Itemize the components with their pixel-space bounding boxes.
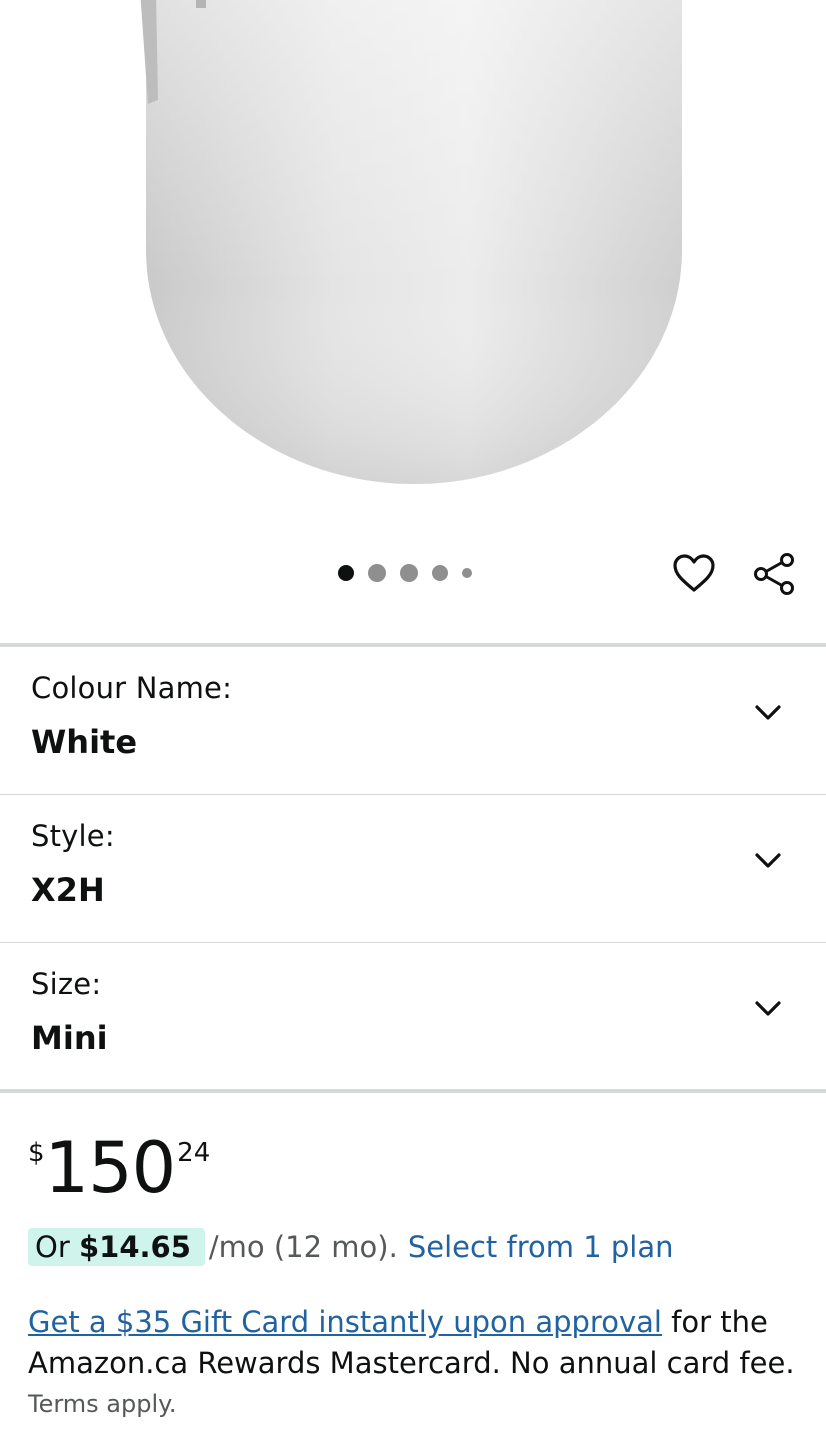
share-button[interactable] (748, 548, 800, 600)
price-fraction: 24 (177, 1138, 211, 1168)
installment-row: Or $14.65 /mo (12 mo). Select from 1 pla… (28, 1228, 674, 1266)
variation-value: X2H (31, 871, 105, 909)
chevron-down-icon (755, 1001, 781, 1016)
heart-icon (673, 554, 715, 592)
variation-size[interactable]: Size: Mini (0, 943, 826, 1089)
share-icon (754, 553, 794, 595)
variation-label: Style: (31, 819, 115, 853)
installment-amount: $14.65 (78, 1230, 191, 1264)
installment-badge: Or $14.65 (28, 1228, 205, 1266)
carousel-dots[interactable] (338, 563, 472, 583)
carousel-dot[interactable] (368, 564, 386, 582)
promo-text: Get a $35 Gift Card instantly upon appro… (28, 1302, 818, 1384)
variation-value: Mini (31, 1019, 108, 1057)
installment-terms: /mo (12 mo). (208, 1230, 398, 1264)
carousel-dot[interactable] (400, 564, 418, 582)
product-image[interactable] (0, 0, 826, 540)
variation-label: Colour Name: (31, 671, 233, 705)
carousel-dot[interactable] (432, 565, 448, 581)
price-whole: 150 (44, 1127, 177, 1209)
chevron-down-icon (755, 853, 781, 868)
select-plan-link[interactable]: Select from 1 plan (408, 1230, 674, 1264)
variation-style[interactable]: Style: X2H (0, 795, 826, 941)
section-divider (0, 1089, 826, 1093)
variation-colour[interactable]: Colour Name: White (0, 647, 826, 793)
gift-card-link[interactable]: Get a $35 Gift Card instantly upon appro… (28, 1305, 662, 1339)
price-currency: $ (28, 1138, 45, 1168)
chevron-down-icon (755, 705, 781, 720)
variation-value: White (31, 723, 138, 761)
variation-label: Size: (31, 967, 102, 1001)
wishlist-button[interactable] (668, 548, 720, 598)
terms-text: Terms apply. (28, 1390, 177, 1418)
mouse-illustration (140, 0, 682, 484)
carousel-dot[interactable] (338, 565, 354, 581)
installment-prefix: Or (35, 1230, 79, 1264)
price: $ 150 24 (28, 1128, 210, 1208)
carousel-dot[interactable] (462, 568, 472, 578)
